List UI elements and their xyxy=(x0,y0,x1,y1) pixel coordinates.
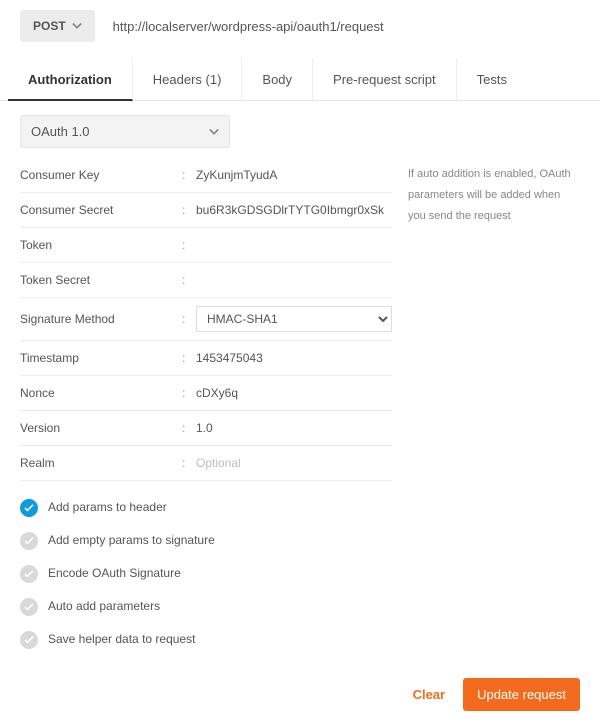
option-label: Encode OAuth Signature xyxy=(48,564,181,582)
auth-fields: Consumer Key : Consumer Secret : Token :… xyxy=(20,158,392,656)
field-nonce: Nonce : xyxy=(20,376,392,411)
chevron-down-icon xyxy=(209,128,219,136)
option-label: Save helper data to request xyxy=(48,630,195,648)
consumer-key-input[interactable] xyxy=(196,166,392,184)
field-label: Version xyxy=(20,421,182,435)
auth-panel: Consumer Key : Consumer Secret : Token :… xyxy=(0,158,600,670)
signature-method-select[interactable]: HMAC-SHA1 xyxy=(196,306,392,332)
field-label: Realm xyxy=(20,456,182,470)
auth-options: Add params to header Add empty params to… xyxy=(20,481,392,656)
clear-button[interactable]: Clear xyxy=(409,681,450,708)
option-label: Auto add parameters xyxy=(48,597,160,615)
option-encode-signature[interactable]: Encode OAuth Signature xyxy=(20,557,392,590)
field-consumer-secret: Consumer Secret : xyxy=(20,193,392,228)
option-label: Add params to header xyxy=(48,498,167,516)
http-method-select[interactable]: POST xyxy=(20,10,95,42)
token-secret-input[interactable] xyxy=(196,271,392,289)
option-auto-add-params[interactable]: Auto add parameters xyxy=(20,590,392,623)
chevron-down-icon xyxy=(72,22,82,30)
tab-pre-request-script[interactable]: Pre-request script xyxy=(313,58,457,100)
request-bar: POST xyxy=(0,0,600,52)
field-label: Nonce xyxy=(20,386,182,400)
auth-type-label: OAuth 1.0 xyxy=(31,124,90,139)
field-token: Token : xyxy=(20,228,392,263)
tab-tests[interactable]: Tests xyxy=(457,58,519,100)
checkbox-icon xyxy=(20,565,38,583)
auth-type-select[interactable]: OAuth 1.0 xyxy=(20,115,230,148)
tab-headers[interactable]: Headers (1) xyxy=(133,58,243,100)
field-version: Version : xyxy=(20,411,392,446)
field-realm: Realm : xyxy=(20,446,392,481)
token-input[interactable] xyxy=(196,236,392,254)
option-save-helper-data[interactable]: Save helper data to request xyxy=(20,623,392,656)
field-consumer-key: Consumer Key : xyxy=(20,158,392,193)
checkbox-icon xyxy=(20,532,38,550)
field-label: Signature Method xyxy=(20,312,182,326)
update-request-button[interactable]: Update request xyxy=(463,678,580,711)
field-timestamp: Timestamp : xyxy=(20,341,392,376)
checkbox-icon xyxy=(20,631,38,649)
tab-authorization[interactable]: Authorization xyxy=(8,58,133,101)
version-input[interactable] xyxy=(196,419,392,437)
realm-input[interactable] xyxy=(196,454,392,472)
field-signature-method: Signature Method : HMAC-SHA1 xyxy=(20,298,392,341)
checkbox-icon xyxy=(20,598,38,616)
nonce-input[interactable] xyxy=(196,384,392,402)
auth-help-text: If auto addition is enabled, OAuth param… xyxy=(408,158,580,656)
url-input[interactable] xyxy=(109,11,590,42)
checkbox-icon xyxy=(20,499,38,517)
field-label: Token Secret xyxy=(20,273,182,287)
timestamp-input[interactable] xyxy=(196,349,392,367)
option-label: Add empty params to signature xyxy=(48,531,215,549)
actions: Clear Update request xyxy=(0,670,600,727)
field-token-secret: Token Secret : xyxy=(20,263,392,298)
field-label: Token xyxy=(20,238,182,252)
field-label: Consumer Key xyxy=(20,168,182,182)
tabs: Authorization Headers (1) Body Pre-reque… xyxy=(0,58,600,101)
tab-body[interactable]: Body xyxy=(242,58,313,100)
consumer-secret-input[interactable] xyxy=(196,201,392,219)
option-add-empty-params[interactable]: Add empty params to signature xyxy=(20,524,392,557)
http-method-label: POST xyxy=(33,19,66,33)
field-label: Consumer Secret xyxy=(20,203,182,217)
option-add-params-header[interactable]: Add params to header xyxy=(20,491,392,524)
field-label: Timestamp xyxy=(20,351,182,365)
